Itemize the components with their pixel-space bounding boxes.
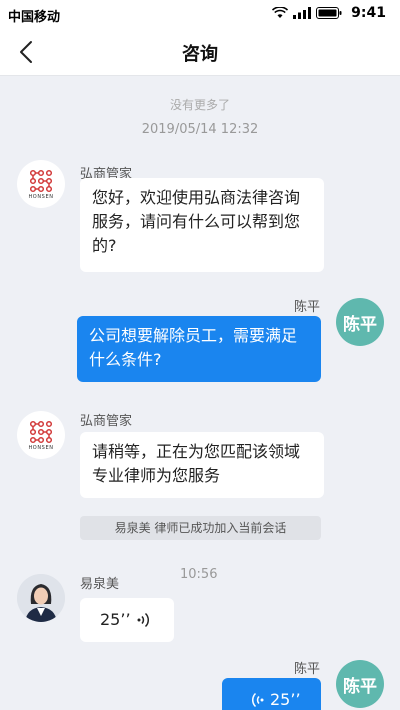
status-bar: 中国移动 9:41 [0,0,400,28]
carrier-label: 中国移动 [8,10,61,25]
page-title: 咨询 [182,44,218,65]
message-bubble: 请稍等，正在为您匹配该领域专业律师为您服务 [80,432,324,498]
status-icons [272,7,342,19]
nav-bar: 咨询 [0,28,400,76]
sender-name: 陈平 [293,662,320,677]
honsen-logo-icon [29,420,53,444]
chat-timestamp: 2019/05/14 12:32 [141,122,259,137]
message-bubble: 公司想要解除员工，需要满足什么条件? [77,316,321,382]
sender-name: 弘商管家 [80,414,133,429]
clock: 9:41 [351,5,386,21]
lawyer-joined-notice: 易泉美 律师已成功加入当前会话 [80,516,321,540]
sender-name: 陈平 [293,300,320,315]
voice-wave-icon [251,692,264,708]
voice-wave-icon [137,612,149,628]
assistant-avatar[interactable]: HONSEN [17,411,65,459]
assistant-avatar[interactable]: HONSEN [17,160,65,208]
wifi-icon [272,7,288,18]
user-avatar[interactable]: 陈平 [336,660,384,708]
voice-message-bubble[interactable]: 25’’ [222,678,321,710]
signal-icon [293,7,311,19]
sender-name: 易泉美 [80,577,120,592]
message-time: 10:56 [180,567,218,582]
user-avatar[interactable]: 陈平 [336,298,384,346]
voice-duration: 25’’ [100,610,131,629]
logo-text: HONSEN [28,445,54,451]
message-bubble: 您好，欢迎使用弘商法律咨询服务，请问有什么可以帮到您的? [80,178,324,272]
honsen-logo-icon [29,169,53,193]
logo-text: HONSEN [28,194,54,200]
battery-icon [316,7,342,19]
voice-duration: 25’’ [270,690,301,709]
lawyer-photo-icon [17,574,65,622]
lawyer-avatar[interactable] [17,574,65,622]
voice-message-bubble[interactable]: 25’’ [80,598,174,642]
no-more-label: 没有更多了 [169,98,230,112]
